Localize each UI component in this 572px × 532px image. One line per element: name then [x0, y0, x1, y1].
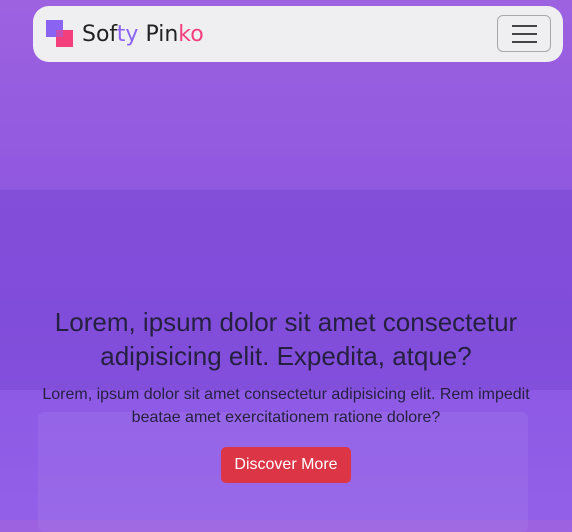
hamburger-menu-icon	[511, 40, 537, 43]
brand-part-1: Sof	[82, 21, 117, 47]
brand-part-2: ty	[116, 21, 139, 47]
brand-part-3: Pin	[138, 21, 179, 47]
navbar-toggler-button[interactable]	[497, 15, 551, 52]
brand[interactable]: Softy Pinko	[46, 20, 204, 48]
hero-section: Lorem, ipsum dolor sit amet consectetur …	[0, 305, 572, 483]
hero-text: Lorem, ipsum dolor sit amet consectetur …	[42, 386, 530, 426]
discover-more-button[interactable]: Discover More	[221, 447, 351, 483]
navbar: Softy Pinko	[33, 6, 563, 62]
hamburger-menu-icon	[511, 24, 537, 27]
hero-heading: Lorem, ipsum dolor sit amet consectetur …	[54, 307, 518, 371]
brand-name: Softy Pinko	[82, 22, 204, 47]
logo-icon	[46, 20, 74, 48]
brand-part-4: ko	[178, 21, 204, 47]
hamburger-menu-icon	[511, 32, 537, 35]
